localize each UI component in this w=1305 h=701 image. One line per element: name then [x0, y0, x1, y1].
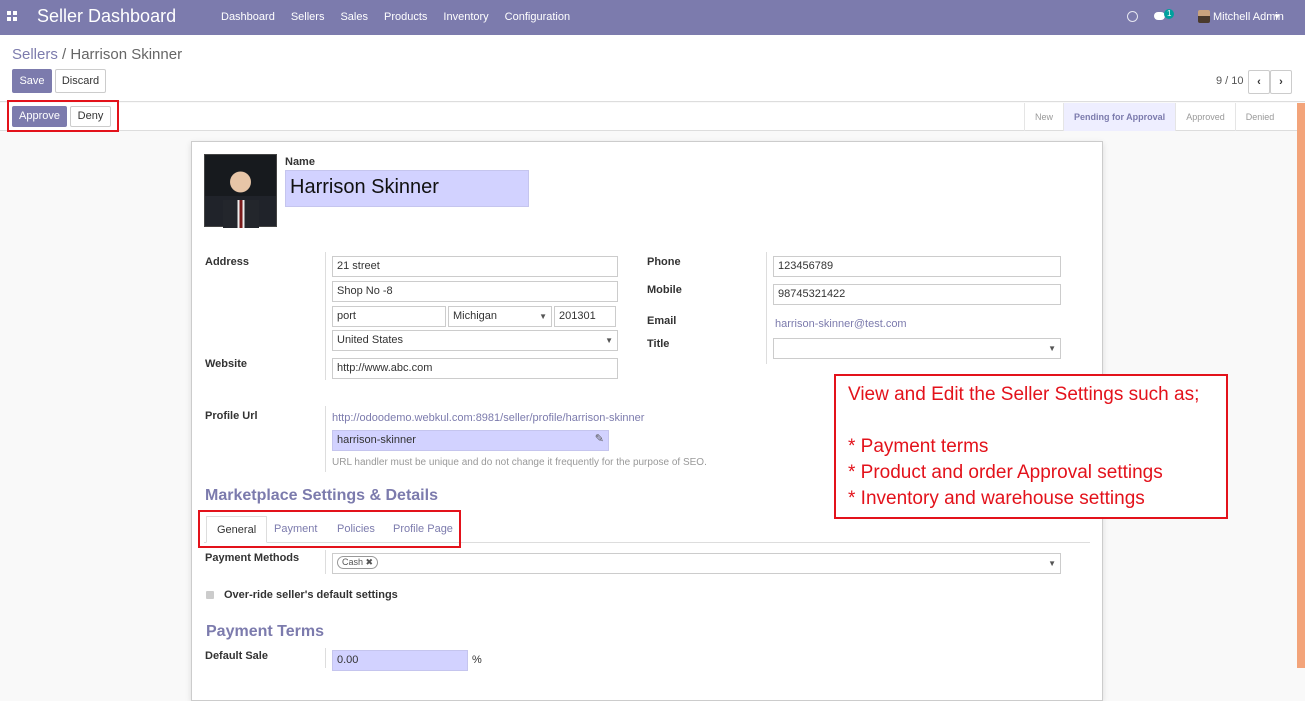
menu-dashboard[interactable]: Dashboard	[221, 11, 275, 23]
profile-url-label: Profile Url	[205, 410, 258, 422]
breadcrumb-separator: /	[57, 46, 71, 63]
profile-handle-input[interactable]: harrison-skinner ✎	[332, 430, 609, 451]
pager-next-button[interactable]: ›	[1270, 70, 1292, 94]
marketplace-heading: Marketplace Settings & Details	[205, 487, 438, 504]
status-steps: New Pending for Approval Approved Denied	[1024, 103, 1284, 131]
payment-method-tag[interactable]: Cash ✖	[337, 556, 379, 569]
apps-menu-icon[interactable]	[7, 11, 17, 21]
activity-clock-icon[interactable]	[1127, 11, 1138, 22]
breadcrumb-current: Harrison Skinner	[70, 46, 183, 63]
payment-methods-input[interactable]: Cash ✖ ▼	[332, 553, 1061, 574]
annotation-line: * Product and order Approval settings	[848, 462, 1163, 483]
default-sale-label: Default Sale	[205, 650, 268, 662]
tag-remove-icon[interactable]: ✖	[366, 557, 374, 567]
state-select[interactable]: Michigan ▼	[448, 306, 552, 327]
menu-sellers[interactable]: Sellers	[291, 11, 325, 23]
street2-input[interactable]: Shop No -8	[332, 281, 618, 302]
highlight-approve-deny	[7, 100, 119, 132]
breadcrumb: Sellers / Harrison Skinner	[12, 46, 182, 63]
website-label: Website	[205, 358, 247, 370]
status-approved[interactable]: Approved	[1175, 103, 1235, 131]
percent-sign: %	[472, 654, 482, 666]
address-label: Address	[205, 256, 250, 268]
annotation-line: View and Edit the Seller Settings such a…	[848, 384, 1200, 405]
tag-label: Cash	[342, 557, 364, 567]
country-value: United States	[337, 334, 404, 346]
highlight-tabs	[198, 510, 461, 548]
user-avatar[interactable]	[1198, 10, 1210, 23]
caret-down-icon: ▼	[1048, 559, 1056, 568]
email-value[interactable]: harrison-skinner@test.com	[775, 318, 907, 330]
discard-button[interactable]: Discard	[55, 69, 106, 93]
menu-configuration[interactable]: Configuration	[505, 11, 570, 23]
caret-down-icon: ▼	[605, 336, 613, 345]
name-label: Name	[285, 156, 315, 168]
mobile-input[interactable]: 98745321422	[773, 284, 1061, 305]
page-scrollbar[interactable]	[1297, 103, 1305, 668]
annotation-callout: View and Edit the Seller Settings such a…	[834, 374, 1228, 519]
mobile-label: Mobile	[647, 284, 682, 296]
email-label: Email	[647, 315, 677, 327]
pager-previous-button[interactable]: ‹	[1248, 70, 1270, 94]
seller-photo[interactable]	[204, 154, 277, 228]
caret-down-icon: ▼	[1048, 344, 1056, 353]
phone-label: Phone	[647, 256, 681, 268]
city-input[interactable]: port	[332, 306, 446, 327]
annotation-line	[848, 408, 1214, 434]
divider	[325, 648, 326, 668]
zip-input[interactable]: 201301	[554, 306, 616, 327]
payment-terms-heading: Payment Terms	[206, 623, 324, 640]
pager-value[interactable]: 9 / 10	[1216, 75, 1244, 87]
profile-url-link[interactable]: http://odoodemo.webkul.com:8981/seller/p…	[332, 412, 644, 424]
state-value: Michigan	[453, 310, 498, 322]
menu-inventory[interactable]: Inventory	[443, 11, 488, 23]
main-menu: Dashboard Sellers Sales Products Invento…	[221, 11, 570, 23]
divider	[325, 252, 326, 380]
phone-input[interactable]: 123456789	[773, 256, 1061, 277]
app-title: Seller Dashboard	[37, 6, 177, 26]
status-new[interactable]: New	[1024, 103, 1063, 131]
annotation-line: * Inventory and warehouse settings	[848, 488, 1145, 509]
breadcrumb-sellers[interactable]: Sellers	[12, 46, 58, 63]
caret-down-icon: ▼	[539, 312, 547, 321]
divider	[325, 406, 326, 472]
website-input[interactable]: http://www.abc.com	[332, 358, 618, 379]
control-panel	[0, 35, 1305, 102]
title-label: Title	[647, 338, 670, 350]
name-input[interactable]: Harrison Skinner	[285, 170, 529, 207]
save-button[interactable]: Save	[12, 69, 52, 93]
title-select[interactable]: ▼	[773, 338, 1061, 359]
menu-sales[interactable]: Sales	[340, 11, 368, 23]
override-checkbox[interactable]	[206, 591, 214, 599]
status-pending[interactable]: Pending for Approval	[1063, 103, 1176, 131]
annotation-line: * Payment terms	[848, 436, 989, 457]
divider	[766, 252, 767, 364]
profile-handle-value: harrison-skinner	[337, 434, 416, 446]
profile-url-help: URL handler must be unique and do not ch…	[332, 457, 707, 468]
country-select[interactable]: United States ▼	[332, 330, 618, 351]
status-denied[interactable]: Denied	[1234, 103, 1285, 131]
divider	[325, 550, 326, 574]
pencil-icon[interactable]: ✎	[595, 433, 604, 446]
override-label: Over-ride seller's default settings	[224, 589, 398, 601]
payment-methods-label: Payment Methods	[205, 552, 300, 564]
top-navbar	[0, 0, 1305, 35]
menu-products[interactable]: Products	[384, 11, 427, 23]
street-input[interactable]: 21 street	[332, 256, 618, 277]
caret-down-icon[interactable]: ▼	[1273, 12, 1281, 21]
